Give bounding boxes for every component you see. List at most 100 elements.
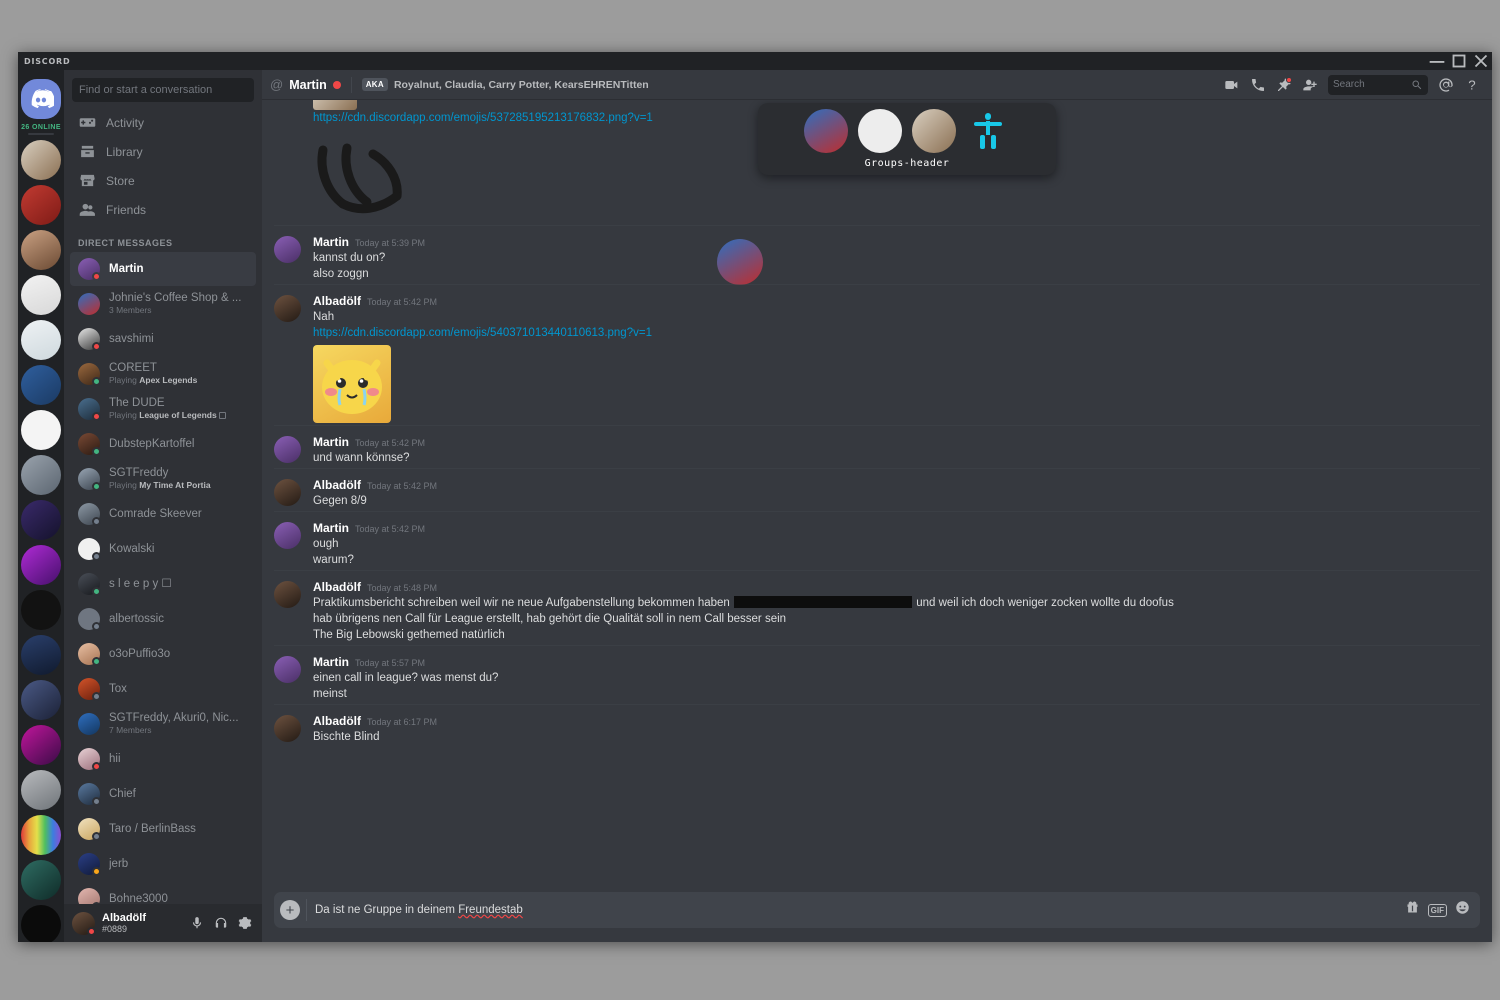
dm-list[interactable]: Martin Johnie's Coffee Shop & ... 3 Member… [64, 252, 262, 904]
dm-item[interactable]: jerb [70, 847, 256, 881]
message-avatar[interactable] [274, 656, 301, 683]
home-button[interactable] [21, 79, 61, 119]
dm-item[interactable]: albertossic [70, 602, 256, 636]
dm-item[interactable]: Taro / BerlinBass [70, 812, 256, 846]
settings-gear-icon[interactable] [234, 912, 256, 934]
voice-call-icon[interactable] [1246, 73, 1270, 97]
mentions-icon[interactable] [1434, 73, 1458, 97]
dm-item[interactable]: Bohne3000 [70, 882, 256, 904]
server-icon[interactable] [21, 635, 61, 675]
coffee-shop-avatar[interactable] [717, 239, 763, 285]
message-avatar[interactable] [274, 236, 301, 263]
emoji-icon[interactable] [1455, 900, 1470, 920]
gif-icon[interactable]: GIF [1427, 903, 1447, 917]
dm-item[interactable]: SGTFreddy Playing My Time At Portia [70, 462, 256, 496]
server-icon[interactable] [21, 320, 61, 360]
message-list[interactable]: https://cdn.discordapp.com/emojis/537285… [262, 100, 1492, 892]
server-icon[interactable] [21, 815, 61, 855]
search-icon [1412, 79, 1422, 89]
server-icon[interactable] [21, 230, 61, 270]
add-friend-icon[interactable] [1298, 73, 1322, 97]
gift-icon[interactable] [1405, 900, 1420, 920]
nav-item-friends[interactable]: Friends [70, 195, 256, 224]
message-timestamp: Today at 6:17 PM [367, 717, 438, 727]
message-avatar[interactable] [274, 522, 301, 549]
message-author[interactable]: Martin [313, 655, 349, 669]
message-avatar[interactable] [274, 479, 301, 506]
dm-item[interactable]: SGTFreddy, Akuri0, Nic... 7 Members [70, 707, 256, 741]
nav-item-library[interactable]: Library [70, 137, 256, 166]
emoji-link[interactable]: https://cdn.discordapp.com/emojis/537285… [313, 112, 653, 124]
message-avatar[interactable] [274, 295, 301, 322]
headphones-icon[interactable] [210, 912, 232, 934]
server-icon[interactable] [21, 410, 61, 450]
help-icon[interactable]: ? [1460, 73, 1484, 97]
server-rail[interactable]: 26 ONLINE [18, 70, 64, 942]
dm-item[interactable]: Kowalski [70, 532, 256, 566]
dm-item[interactable]: Martin [70, 252, 256, 286]
dm-name: COREET [109, 362, 157, 374]
server-icon[interactable] [21, 860, 61, 900]
dm-item[interactable]: Chief [70, 777, 256, 811]
current-user-avatar[interactable] [72, 911, 96, 936]
add-attachment-button[interactable]: + [280, 900, 300, 920]
crying-pikachu-emoji[interactable] [313, 345, 391, 423]
dm-item[interactable]: s l e e p y ☐ [70, 567, 256, 601]
message-avatar[interactable] [274, 581, 301, 608]
nav-item-activity[interactable]: Activity [70, 108, 256, 137]
dm-scroll-area[interactable]: Activity Library Store Friends DIRECT MESSA… [64, 108, 262, 904]
dm-item[interactable]: savshimi [70, 322, 256, 356]
dm-item[interactable]: o3oPuffio3o [70, 637, 256, 671]
dm-item[interactable]: Tox [70, 672, 256, 706]
message-composer[interactable]: + Da ist ne Gruppe in deinem Freundestab… [274, 892, 1480, 928]
message-author[interactable]: Albadölf [313, 580, 361, 594]
microphone-icon[interactable] [186, 912, 208, 934]
redaction-bar [734, 596, 912, 608]
dm-item[interactable]: Comrade Skeever [70, 497, 256, 531]
server-icon[interactable] [21, 905, 61, 942]
server-icon[interactable] [21, 185, 61, 225]
message-author[interactable]: Martin [313, 521, 349, 535]
message-input[interactable]: Da ist ne Gruppe in deinem Freundestab [315, 904, 1405, 916]
dm-avatar [78, 538, 101, 561]
server-icon[interactable] [21, 725, 61, 765]
message-avatar[interactable] [274, 715, 301, 742]
server-icon[interactable] [21, 365, 61, 405]
dm-item[interactable]: hii [70, 742, 256, 776]
pinned-messages-icon[interactable] [1272, 73, 1296, 97]
server-icon[interactable] [21, 455, 61, 495]
message: Martin Today at 5:57 PM einen call in leag… [262, 645, 1492, 704]
server-icon[interactable] [21, 770, 61, 810]
status-dot [92, 412, 101, 421]
close-button[interactable] [1470, 52, 1492, 70]
dm-item[interactable]: COREET Playing Apex Legends [70, 357, 256, 391]
minimize-button[interactable] [1426, 52, 1448, 70]
server-icon[interactable] [21, 275, 61, 315]
server-icon[interactable] [21, 590, 61, 630]
dm-item[interactable]: The DUDE Playing League of Legends [70, 392, 256, 426]
partial-attachment[interactable] [313, 100, 357, 110]
video-call-icon[interactable] [1220, 73, 1244, 97]
server-icon[interactable] [21, 500, 61, 540]
server-list[interactable] [18, 140, 64, 942]
nav-list[interactable]: Activity Library Store Friends [64, 108, 262, 224]
message-author[interactable]: Martin [313, 235, 349, 249]
find-conversation-input[interactable]: Find or start a conversation [72, 78, 254, 102]
dm-name: albertossic [109, 612, 164, 625]
chat-search-input[interactable]: Search [1328, 74, 1428, 95]
server-icon[interactable] [21, 140, 61, 180]
nav-item-store[interactable]: Store [70, 166, 256, 195]
game-name: My Time At Portia [139, 480, 211, 490]
message-author[interactable]: Albadölf [313, 294, 361, 308]
emoji-link[interactable]: https://cdn.discordapp.com/emojis/540371… [313, 327, 652, 339]
message-author[interactable]: Martin [313, 435, 349, 449]
dm-item[interactable]: DubstepKartoffel [70, 427, 256, 461]
server-icon[interactable] [21, 545, 61, 585]
server-icon[interactable] [21, 680, 61, 720]
dm-name: Tox [109, 682, 127, 695]
maximize-button[interactable] [1448, 52, 1470, 70]
message-author[interactable]: Albadölf [313, 714, 361, 728]
message-avatar[interactable] [274, 436, 301, 463]
message-author[interactable]: Albadölf [313, 478, 361, 492]
dm-item[interactable]: Johnie's Coffee Shop & ... 3 Members [70, 287, 256, 321]
